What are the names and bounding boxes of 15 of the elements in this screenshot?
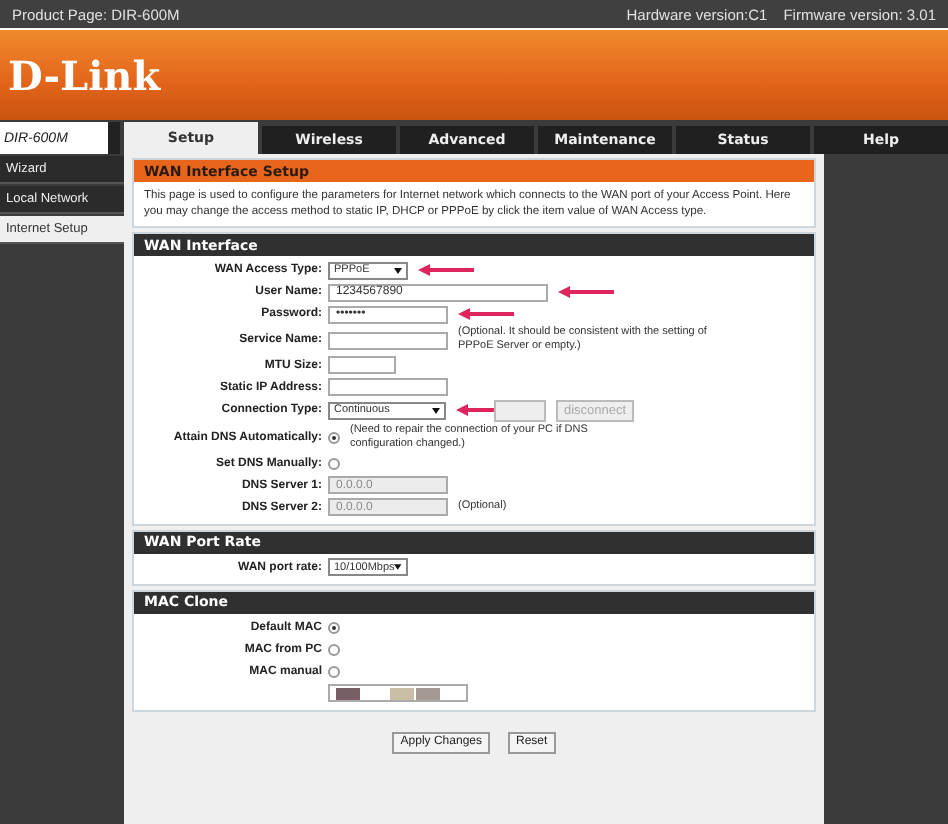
radio-button[interactable] — [328, 643, 340, 656]
caret-icon — [394, 564, 402, 571]
caret-icon — [394, 267, 402, 274]
connect-button[interactable] — [494, 399, 546, 422]
mac-address-field[interactable] — [328, 684, 468, 703]
input-field[interactable] — [328, 378, 448, 397]
caret-icon — [432, 407, 440, 414]
radio-button[interactable] — [328, 621, 340, 634]
radio-button[interactable] — [328, 457, 340, 470]
input-field[interactable] — [328, 331, 448, 350]
input-field[interactable] — [328, 356, 396, 375]
radio-button[interactable] — [328, 665, 340, 678]
logo: D-Link — [8, 51, 161, 99]
radio-button[interactable] — [328, 431, 340, 444]
redacted-drawing — [336, 687, 440, 700]
